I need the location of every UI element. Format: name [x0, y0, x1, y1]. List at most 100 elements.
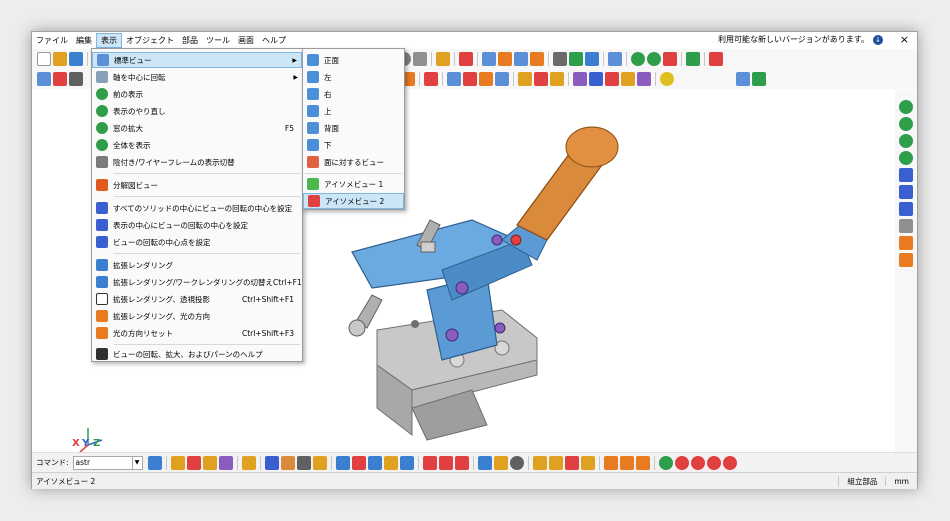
material-icon[interactable] — [280, 455, 295, 470]
open-folder-icon[interactable] — [53, 52, 67, 66]
bom-icon[interactable] — [447, 72, 461, 86]
menu-help[interactable]: ヘルプ — [258, 33, 290, 48]
delete-icon[interactable] — [53, 72, 67, 86]
part2-icon[interactable] — [493, 455, 508, 470]
light-reset-icon[interactable] — [899, 253, 913, 267]
asm3-icon[interactable] — [564, 455, 579, 470]
menu-edit[interactable]: 編集 — [72, 33, 96, 48]
measure-icon[interactable] — [608, 52, 622, 66]
menu-tools[interactable]: ツール — [202, 33, 234, 48]
solid-icon[interactable] — [264, 455, 279, 470]
brush-icon[interactable] — [436, 52, 450, 66]
balance-icon[interactable] — [660, 72, 674, 86]
view-3d-icon[interactable] — [752, 72, 766, 86]
next-view-icon[interactable] — [899, 151, 913, 165]
rotation-center-solids-icon[interactable] — [899, 168, 913, 182]
view-menu-item[interactable]: ビューの回転、拡大、およびパーンのヘルプ — [92, 346, 302, 362]
view-menu-item[interactable]: 分解図ビュー — [92, 177, 302, 193]
light-direction-icon[interactable] — [899, 236, 913, 250]
rotation-center-point-icon[interactable] — [899, 202, 913, 216]
status-unit[interactable]: mm — [885, 476, 917, 486]
menu-part[interactable]: 部品 — [178, 33, 202, 48]
view-menu-item[interactable]: 表示のやり直し — [92, 103, 302, 119]
save-icon[interactable] — [69, 52, 83, 66]
bom3-icon[interactable] — [479, 72, 493, 86]
submenu-item[interactable]: 正面 — [303, 52, 404, 68]
chevron-down-icon[interactable]: ▼ — [132, 455, 143, 470]
submenu-item[interactable]: アイソメビュー 1 — [303, 176, 404, 192]
part1-icon[interactable] — [477, 455, 492, 470]
submenu-item[interactable]: 背面 — [303, 120, 404, 136]
asm5-icon[interactable] — [603, 455, 618, 470]
assembly-add-icon[interactable] — [498, 52, 512, 66]
refresh-icon[interactable] — [658, 455, 673, 470]
text-icon[interactable] — [312, 455, 327, 470]
view-menu-item[interactable]: 標準ビュー ▶ — [92, 52, 302, 68]
submenu-item[interactable]: 下 — [303, 137, 404, 153]
asm2-icon[interactable] — [548, 455, 563, 470]
shaded-wireframe-icon[interactable] — [899, 219, 913, 233]
layer2-icon[interactable] — [709, 52, 723, 66]
export-icon[interactable] — [424, 72, 438, 86]
view-menu-item[interactable]: すべてのソリッドの中心にビューの回転の中心を設定 — [92, 200, 302, 216]
bar2-icon[interactable] — [438, 455, 453, 470]
view-menu-item[interactable]: 光の方向リセット Ctrl+Shift+F3 — [92, 325, 302, 341]
part3-icon[interactable] — [509, 455, 524, 470]
assembly-move-icon[interactable] — [514, 52, 528, 66]
command-input[interactable]: astr — [72, 455, 133, 470]
assembly-copy-icon[interactable] — [530, 52, 544, 66]
table-icon[interactable] — [459, 52, 473, 66]
menu-object[interactable]: オブジェクト — [122, 33, 178, 48]
cancel4-icon[interactable] — [722, 455, 737, 470]
menu-screen[interactable]: 画面 — [234, 33, 258, 48]
previous-view-icon[interactable] — [899, 134, 913, 148]
view-menu-item[interactable]: 拡張レンダリング、透視投影 Ctrl+Shift+F1 — [92, 291, 302, 307]
submenu-item[interactable]: 面に対するビュー — [303, 154, 404, 170]
grid4-icon[interactable] — [383, 455, 398, 470]
layer1-icon[interactable] — [686, 52, 700, 66]
submenu-item[interactable]: 上 — [303, 103, 404, 119]
gear-icon[interactable] — [585, 52, 599, 66]
tool2-icon[interactable] — [569, 52, 583, 66]
view-menu-item[interactable]: 軸を中心に回転 ▶ — [92, 69, 302, 85]
bar3-icon[interactable] — [454, 455, 469, 470]
view-menu-item[interactable]: 拡張レンダリング/ワークレンダリングの切替え Ctrl+F1 — [92, 274, 302, 290]
check2-icon[interactable] — [589, 72, 603, 86]
check1-icon[interactable] — [573, 72, 587, 86]
menu-view[interactable]: 表示 — [96, 33, 122, 48]
zoom-out-icon[interactable] — [647, 52, 661, 66]
cancel3-icon[interactable] — [706, 455, 721, 470]
select-icon[interactable] — [37, 72, 51, 86]
grid2-icon[interactable] — [351, 455, 366, 470]
asm4-icon[interactable] — [580, 455, 595, 470]
asm1-icon[interactable] — [532, 455, 547, 470]
view-menu-item[interactable]: 拡張レンダリング、光の方向 — [92, 308, 302, 324]
upload-icon[interactable] — [147, 455, 162, 470]
update-notice[interactable]: 利用可能な新しいバージョンがあります。 ↓ — [718, 34, 883, 45]
check4-icon[interactable] — [621, 72, 635, 86]
cancel1-icon[interactable] — [674, 455, 689, 470]
new-file-icon[interactable] — [37, 52, 51, 66]
view-menu-item[interactable]: 前の表示 — [92, 86, 302, 102]
asm6-icon[interactable] — [619, 455, 634, 470]
zoom-window-icon[interactable] — [899, 100, 913, 114]
query3-icon[interactable] — [202, 455, 217, 470]
zoom-in-icon[interactable] — [631, 52, 645, 66]
pointer-icon[interactable] — [69, 72, 83, 86]
bom4-icon[interactable] — [495, 72, 509, 86]
download-icon[interactable]: ↓ — [873, 34, 883, 45]
cube-view-icon[interactable] — [663, 52, 677, 66]
pen-icon[interactable] — [241, 455, 256, 470]
view-menu-item[interactable]: 全体を表示 — [92, 137, 302, 153]
question1-icon[interactable] — [518, 72, 532, 86]
view-menu-item[interactable]: ビューの回転の中心点を設定 — [92, 234, 302, 250]
check3-icon[interactable] — [605, 72, 619, 86]
view-2d-icon[interactable] — [736, 72, 750, 86]
submenu-item[interactable]: 左 — [303, 69, 404, 85]
rotation-center-display-icon[interactable] — [899, 185, 913, 199]
submenu-item[interactable]: 右 — [303, 86, 404, 102]
close-icon[interactable]: × — [900, 33, 909, 46]
grid3-icon[interactable] — [367, 455, 382, 470]
spring-icon[interactable] — [413, 52, 427, 66]
query2-icon[interactable] — [186, 455, 201, 470]
